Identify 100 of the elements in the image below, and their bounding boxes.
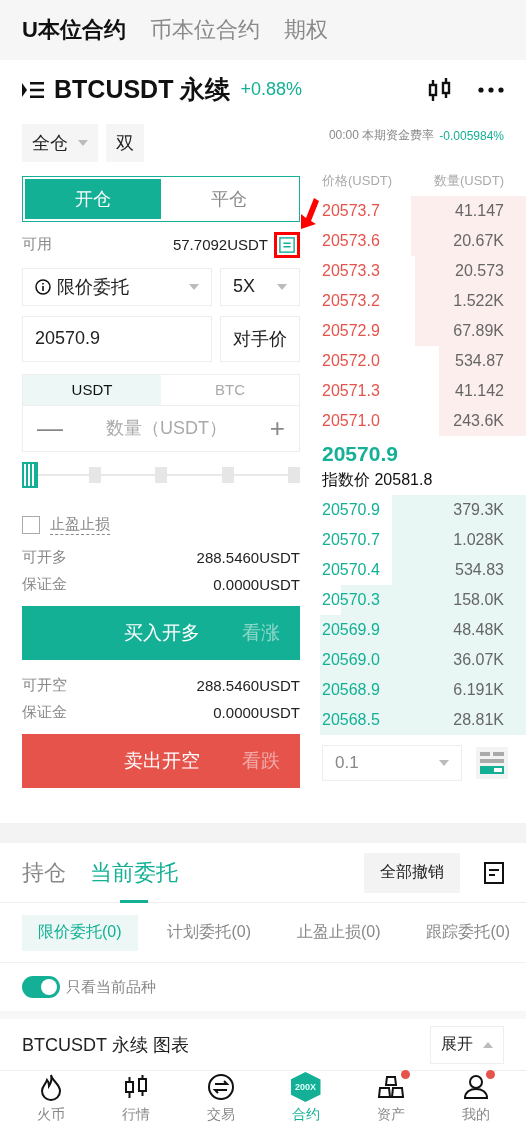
info-value: 0.0000USDT bbox=[213, 703, 300, 721]
caret-icon bbox=[78, 139, 88, 146]
nav-item[interactable]: 行情 bbox=[100, 1071, 171, 1125]
expand-button[interactable]: 展开 bbox=[430, 1025, 504, 1064]
info-label: 保证金 bbox=[22, 574, 67, 594]
plus-button[interactable]: + bbox=[269, 412, 285, 444]
top-tab[interactable]: U本位合约 bbox=[22, 14, 126, 45]
ask-price[interactable]: 20571.0 bbox=[322, 411, 380, 430]
bid-amount: 534.83 bbox=[455, 560, 504, 579]
margin-mode-dropdown[interactable]: 全仓 bbox=[22, 123, 98, 162]
funding-label: 00:00 本期资金费率 bbox=[328, 127, 435, 145]
buy-long-button[interactable]: 买入开多 看涨 bbox=[22, 605, 300, 660]
info-icon bbox=[35, 278, 51, 295]
bid-amount: 28.81K bbox=[453, 710, 504, 729]
transfer-icon[interactable] bbox=[279, 236, 295, 253]
tpsl-label[interactable]: 止盈止损 bbox=[50, 514, 110, 535]
bid-amount: 6.191K bbox=[453, 680, 504, 699]
orders-tab[interactable]: 持仓 bbox=[22, 842, 66, 903]
ask-amount: 534.87 bbox=[455, 351, 504, 370]
orders-tab[interactable]: 当前委托 bbox=[90, 842, 178, 903]
bid-price[interactable]: 20570.7 bbox=[322, 530, 380, 549]
available-value: 57.7092USDT bbox=[172, 236, 268, 254]
minus-button[interactable]: — bbox=[37, 412, 63, 444]
caret-icon bbox=[189, 283, 199, 290]
funding-rate: -0.005984% bbox=[439, 128, 504, 143]
counter-price-button[interactable]: 对手价 bbox=[220, 315, 300, 362]
swap-icon bbox=[205, 1072, 236, 1102]
bid-price[interactable]: 20568.9 bbox=[322, 680, 380, 699]
leverage-dropdown[interactable]: 5X bbox=[220, 267, 300, 306]
column-header: 价格(USDT) bbox=[322, 171, 393, 190]
price-field[interactable]: 20570.9 bbox=[22, 315, 212, 362]
index-price: 指数价 20581.8 bbox=[321, 469, 434, 490]
nav-item[interactable]: 200X 合约 bbox=[270, 1071, 341, 1125]
ask-price[interactable]: 20571.3 bbox=[322, 381, 380, 400]
bid-price[interactable]: 20569.9 bbox=[322, 620, 380, 639]
more-icon[interactable] bbox=[478, 86, 504, 93]
order-filter-tab[interactable]: 限价委托(0) bbox=[22, 914, 138, 951]
caret-icon bbox=[439, 759, 449, 766]
info-value: 288.5460USDT bbox=[196, 548, 300, 566]
caret-icon bbox=[483, 1041, 493, 1048]
ask-amount: 243.6K bbox=[453, 411, 504, 430]
candlestick-icon[interactable] bbox=[428, 76, 452, 103]
layout-icon[interactable] bbox=[476, 746, 508, 779]
trade-tab[interactable]: 开仓 bbox=[25, 178, 161, 219]
top-tab[interactable]: 期权 bbox=[283, 14, 328, 45]
position-mode-button[interactable]: 双 bbox=[106, 123, 144, 162]
amount-slider[interactable] bbox=[22, 459, 300, 490]
price-change: +0.88% bbox=[240, 79, 302, 101]
info-label: 保证金 bbox=[22, 702, 67, 722]
badge-icon: 200X bbox=[290, 1072, 321, 1102]
info-value: 288.5460USDT bbox=[196, 676, 300, 694]
bid-price[interactable]: 20570.3 bbox=[322, 590, 380, 609]
info-label: 可开多 bbox=[22, 547, 67, 567]
symbol-name: BTCUSDT 永续 bbox=[54, 74, 231, 106]
info-value: 0.0000USDT bbox=[213, 575, 300, 593]
last-price: 20570.9 bbox=[321, 440, 399, 466]
ask-amount: 41.142 bbox=[455, 381, 504, 400]
bid-amount: 48.48K bbox=[453, 620, 504, 639]
tpsl-checkbox[interactable] bbox=[22, 515, 40, 534]
nav-item[interactable]: 交易 bbox=[185, 1071, 256, 1125]
ask-price[interactable]: 20573.2 bbox=[322, 291, 380, 310]
order-type-dropdown[interactable]: 限价委托 bbox=[22, 267, 212, 306]
ask-amount: 1.522K bbox=[453, 291, 504, 310]
bid-amount: 1.028K bbox=[453, 530, 504, 549]
ask-amount: 20.67K bbox=[453, 231, 504, 250]
ask-price[interactable]: 20573.6 bbox=[322, 231, 380, 250]
ask-price[interactable]: 20573.7 bbox=[322, 201, 380, 220]
ask-price[interactable]: 20572.0 bbox=[322, 351, 380, 370]
bid-amount: 36.07K bbox=[453, 650, 504, 669]
toggle-label: 只看当前品种 bbox=[66, 977, 156, 997]
document-icon[interactable] bbox=[484, 861, 504, 884]
bid-price[interactable]: 20568.5 bbox=[322, 710, 380, 729]
unit-tab[interactable]: USDT bbox=[23, 374, 161, 405]
ask-price[interactable]: 20573.3 bbox=[322, 261, 380, 280]
bid-price[interactable]: 20569.0 bbox=[322, 650, 380, 669]
ask-amount: 20.573 bbox=[455, 261, 504, 280]
available-label: 可用 bbox=[22, 235, 52, 255]
column-header: 数量(USDT) bbox=[433, 171, 504, 190]
bid-amount: 158.0K bbox=[453, 590, 504, 609]
sell-short-button[interactable]: 卖出开空 看跌 bbox=[22, 733, 300, 788]
nav-item[interactable]: 资产 bbox=[355, 1071, 426, 1125]
info-label: 可开空 bbox=[22, 675, 67, 695]
cancel-all-button[interactable]: 全部撤销 bbox=[364, 852, 460, 893]
precision-dropdown[interactable]: 0.1 bbox=[322, 744, 462, 781]
bid-price[interactable]: 20570.9 bbox=[322, 500, 380, 519]
nav-item[interactable]: 火币 bbox=[15, 1071, 86, 1125]
bid-amount: 379.3K bbox=[453, 500, 504, 519]
ask-amount: 67.89K bbox=[453, 321, 504, 340]
slider-thumb[interactable] bbox=[22, 461, 38, 488]
menu-icon[interactable] bbox=[22, 80, 44, 99]
quantity-field[interactable]: — 数量（USDT） + bbox=[22, 404, 300, 452]
bid-price[interactable]: 20570.4 bbox=[322, 560, 380, 579]
annotation-arrow bbox=[301, 198, 319, 229]
top-tab[interactable]: 币本位合约 bbox=[149, 14, 260, 45]
toggle-switch[interactable] bbox=[22, 976, 60, 999]
nav-item[interactable]: 我的 bbox=[440, 1071, 511, 1125]
ask-amount: 41.147 bbox=[455, 201, 504, 220]
chart-title: BTCUSDT 永续 图表 bbox=[22, 1033, 189, 1057]
caret-icon bbox=[277, 283, 287, 290]
ask-price[interactable]: 20572.9 bbox=[322, 321, 380, 340]
